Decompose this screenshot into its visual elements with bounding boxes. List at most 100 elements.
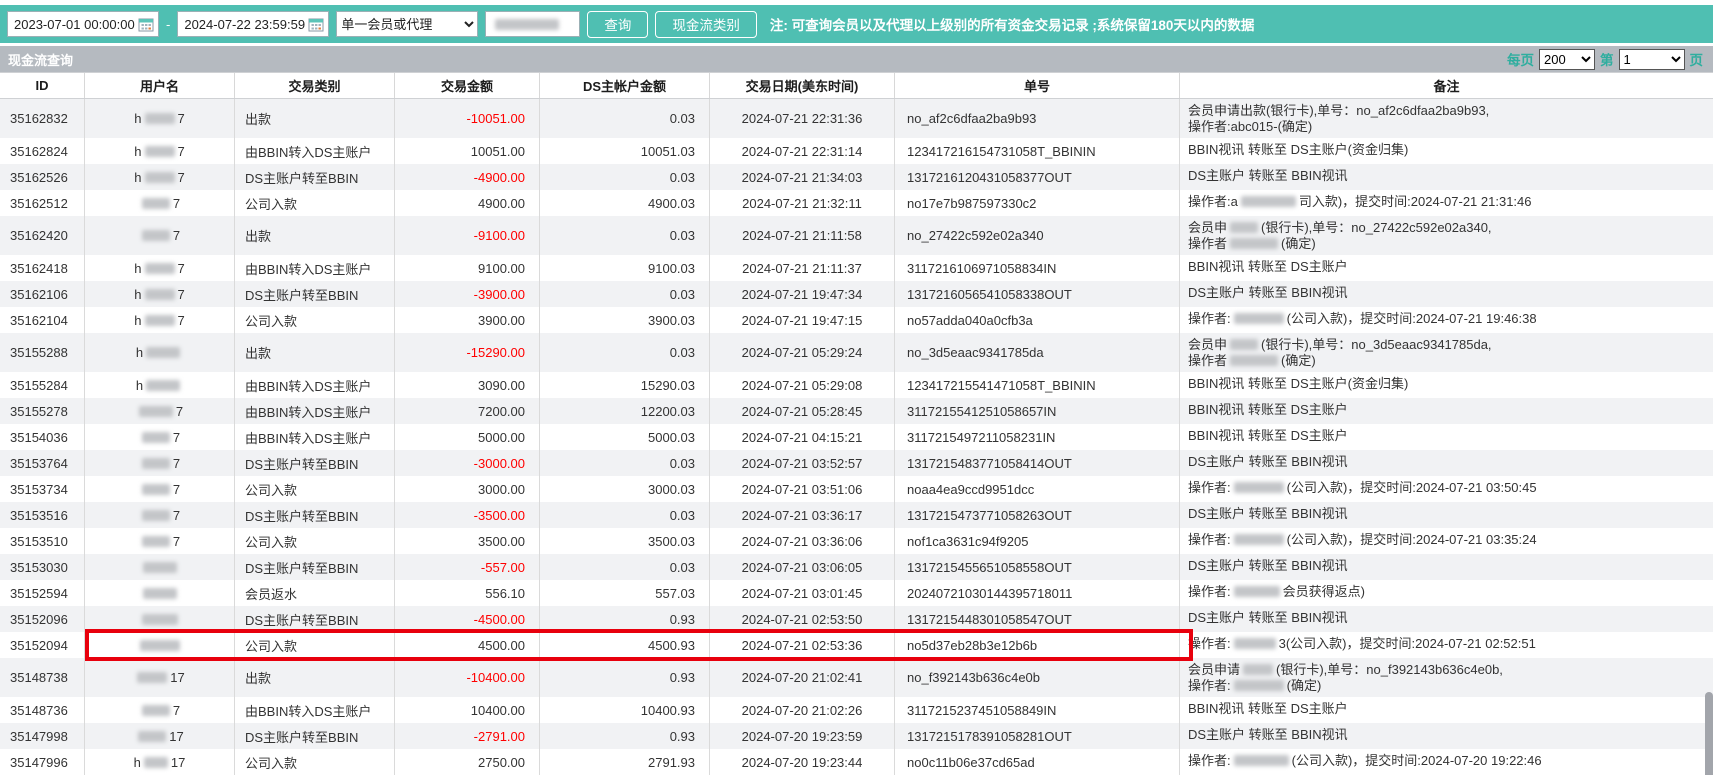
cell-remark: BBIN视讯 转账至 DS主账户	[1180, 424, 1713, 450]
date-to-input[interactable]: 2024-07-22 23:59:59	[177, 11, 329, 37]
table-row: 3514873817出款-10400.000.932024-07-20 21:0…	[0, 658, 1713, 697]
cell-id: 35153510	[0, 528, 85, 554]
cell-username: 7	[85, 528, 235, 554]
text-segment: h	[134, 313, 141, 328]
cell-order-number: 1317215483771058414OUT	[895, 450, 1180, 476]
cell-id: 35162106	[0, 281, 85, 307]
cell-ds-balance: 2791.93	[540, 749, 710, 775]
text-segment: h	[134, 261, 141, 276]
remark-line: 操作者: (公司入款)，提交时间:2024-07-21 03:35:24	[1188, 532, 1713, 548]
redacted-text	[1241, 196, 1296, 207]
remark-line: DS主账户 转账至 BBIN视讯	[1188, 610, 1713, 626]
cell-remark: 操作者:(公司入款)，提交时间:2024-07-21 19:46:38	[1180, 307, 1713, 333]
column-header: DS主帐户金额	[540, 73, 710, 98]
cell-username: 17	[85, 658, 235, 697]
cashflow-table: ID用户名交易类别交易金额DS主帐户金额交易日期(美东时间)单号备注 35162…	[0, 72, 1713, 775]
redacted-text	[1230, 355, 1278, 366]
member-type-select[interactable]: 单一会员或代理	[336, 11, 478, 37]
text-segment: 7	[173, 508, 180, 523]
cell-transaction-type: 公司入款	[235, 190, 395, 216]
cell-date: 2024-07-21 19:47:34	[710, 281, 895, 307]
cell-remark: 操作者:a司入款)，提交时间:2024-07-21 21:31:46	[1180, 190, 1713, 216]
cell-date: 2024-07-21 04:15:21	[710, 424, 895, 450]
cell-date: 2024-07-21 02:53:36	[710, 632, 895, 658]
cell-amount: -15290.00	[395, 333, 540, 372]
cell-date: 2024-07-21 21:32:11	[710, 190, 895, 216]
cell-date: 2024-07-20 19:23:44	[710, 749, 895, 775]
cell-ds-balance: 0.03	[540, 281, 710, 307]
text-segment: h	[136, 378, 143, 393]
query-button[interactable]: 查询	[587, 11, 648, 38]
cell-ds-balance: 0.03	[540, 216, 710, 255]
pagination: 每页 200 第 1 页	[1507, 49, 1703, 70]
cell-order-number: 3117215541251058657IN	[895, 398, 1180, 424]
cell-date: 2024-07-21 21:11:37	[710, 255, 895, 281]
redacted-text	[145, 172, 175, 183]
cell-id: 35153030	[0, 554, 85, 580]
cell-id: 35155288	[0, 333, 85, 372]
text-segment: BBIN视讯 转账至 DS主账户(资金归集)	[1188, 142, 1408, 157]
text-segment: BBIN视讯 转账至 DS主账户	[1188, 259, 1348, 274]
text-segment: (公司入款)，提交时间:2024-07-21 03:50:45	[1287, 480, 1537, 495]
text-segment: 操作者:abc015-(确定)	[1188, 119, 1312, 134]
text-segment: (确定)	[1281, 353, 1316, 368]
date-from-input[interactable]: 2023-07-01 00:00:00	[7, 11, 159, 37]
table-row: 35162526h7DS主账户转至BBIN-4900.000.032024-07…	[0, 164, 1713, 190]
scrollbar-thumb[interactable]	[1705, 692, 1713, 775]
redacted-text	[140, 640, 180, 651]
cell-transaction-type: 由BBIN转入DS主账户	[235, 398, 395, 424]
text-segment: 操作者:	[1188, 532, 1231, 547]
text-segment: 7	[178, 287, 185, 302]
redacted-text	[139, 406, 173, 417]
cell-order-number: no_f392143b636c4e0b	[895, 658, 1180, 697]
cell-order-number: no_af2c6dfaa2ba9b93	[895, 99, 1180, 138]
text-segment: 7	[173, 534, 180, 549]
cell-remark: 会员申(银行卡),单号：no_27422c592e02a340,操作者(确定)	[1180, 216, 1713, 255]
text-segment: (银行卡),单号：no_27422c592e02a340,	[1261, 220, 1492, 235]
cell-date: 2024-07-21 03:01:45	[710, 580, 895, 606]
page-select[interactable]: 1	[1619, 49, 1685, 70]
text-segment: 操作者:	[1188, 584, 1231, 599]
cell-amount: -10400.00	[395, 658, 540, 697]
table-row: 351535107公司入款3500.003500.032024-07-21 03…	[0, 528, 1713, 554]
text-segment: (确定)	[1281, 236, 1316, 251]
cell-id: 35162526	[0, 164, 85, 190]
cell-username: h7	[85, 281, 235, 307]
cell-ds-balance: 0.03	[540, 450, 710, 476]
text-segment: 17	[171, 755, 185, 770]
table-row: 35155288h出款-15290.000.032024-07-21 05:29…	[0, 333, 1713, 372]
table-row: 351552787由BBIN转入DS主账户7200.0012200.032024…	[0, 398, 1713, 424]
column-header: 交易类别	[235, 73, 395, 98]
cell-amount: 2750.00	[395, 749, 540, 775]
per-page-label: 每页	[1507, 49, 1534, 69]
cell-remark: 操作者:(公司入款)，提交时间:2024-07-21 03:50:45	[1180, 476, 1713, 502]
cell-date: 2024-07-21 03:36:06	[710, 528, 895, 554]
cell-username: h7	[85, 255, 235, 281]
redacted-text	[1230, 238, 1278, 249]
cell-id: 35155278	[0, 398, 85, 424]
remark-line: 操作者(确定)	[1188, 236, 1713, 252]
cell-ds-balance: 4900.03	[540, 190, 710, 216]
per-page-select[interactable]: 200	[1539, 49, 1595, 70]
cell-transaction-type: DS主账户转至BBIN	[235, 723, 395, 749]
cell-date: 2024-07-21 22:31:36	[710, 99, 895, 138]
cell-ds-balance: 15290.03	[540, 372, 710, 398]
cell-id: 35147996	[0, 749, 85, 775]
cell-remark: DS主账户 转账至 BBIN视讯	[1180, 164, 1713, 190]
cell-ds-balance: 9100.03	[540, 255, 710, 281]
text-segment: 操作者:	[1188, 753, 1231, 768]
text-segment: BBIN视讯 转账至 DS主账户	[1188, 701, 1348, 716]
redacted-text	[138, 731, 166, 742]
member-account-input[interactable]	[485, 11, 580, 37]
text-segment: 会员申请	[1188, 662, 1240, 677]
calendar-icon[interactable]	[138, 17, 154, 32]
cell-username	[85, 632, 235, 658]
text-segment: 7	[173, 228, 180, 243]
calendar-icon[interactable]	[308, 17, 324, 32]
cashflow-type-button[interactable]: 现金流类别	[655, 11, 757, 38]
text-segment: (银行卡),单号：no_3d5eaac9341785da,	[1261, 337, 1492, 352]
text-segment: (公司入款)，提交时间:2024-07-21 03:35:24	[1287, 532, 1537, 547]
redacted-text	[142, 705, 170, 716]
cell-ds-balance: 0.93	[540, 658, 710, 697]
cell-amount: 3900.00	[395, 307, 540, 333]
